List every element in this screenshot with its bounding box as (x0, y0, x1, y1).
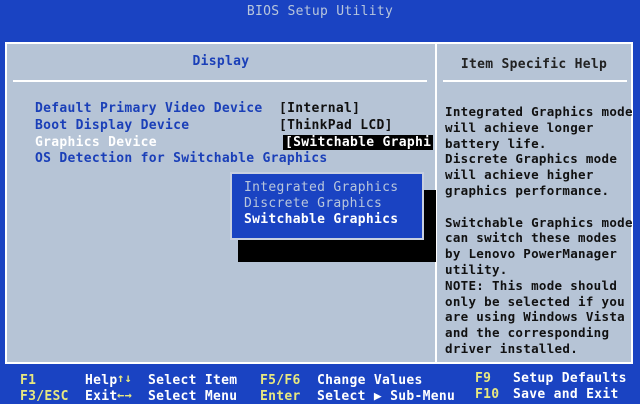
key-f9-desc: Setup Defaults (513, 371, 627, 386)
key-enter-desc: Select ▶ Sub-Menu (317, 389, 456, 404)
arrows-up-down-icon: ↑↓ (117, 371, 133, 385)
option-graphics-device[interactable]: Graphics Device (35, 135, 157, 150)
help-line (445, 199, 633, 215)
help-line: will achieve higher (445, 167, 594, 183)
arrows-left-right-icon: ←→ (117, 388, 133, 402)
section-title: Display (192, 54, 250, 69)
option-boot-display-device[interactable]: Boot Display Device (35, 118, 189, 133)
popup-item-integrated-graphics[interactable]: Integrated Graphics (244, 180, 422, 196)
help-line: utility. (445, 261, 508, 277)
key-f1-desc: Help (85, 373, 118, 388)
key-f1: F1 (20, 373, 37, 388)
value-default-primary-video-device[interactable]: [Internal] (279, 101, 360, 116)
value-graphics-device[interactable]: [Switchable Graphi (283, 135, 434, 150)
option-default-primary-video-device[interactable]: Default Primary Video Device (35, 101, 263, 116)
key-f3esc: F3/ESC (20, 389, 69, 404)
key-f10-desc: Save and Exit (513, 387, 619, 402)
help-line: and the corresponding (445, 325, 610, 341)
help-line: by Lenovo PowerManager (445, 246, 618, 262)
header-rule-right (443, 80, 627, 82)
help-line: only be selected if you (445, 293, 625, 309)
key-arrows-desc: Select Item (148, 373, 238, 388)
help-line: Discrete Graphics mode (445, 151, 618, 167)
key-f9: F9 (475, 371, 492, 386)
key-f5f6-desc: Change Values (317, 373, 423, 388)
graphics-device-popup: Integrated Graphics Discrete Graphics Sw… (230, 172, 424, 240)
help-line: will achieve longer (445, 119, 594, 135)
help-line: driver installed. (445, 340, 579, 356)
window-title: BIOS Setup Utility (246, 4, 394, 19)
help-line: Switchable Graphics mode (445, 214, 633, 230)
help-title: Item Specific Help (460, 57, 608, 72)
popup-item-switchable-graphics[interactable]: Switchable Graphics (244, 212, 422, 228)
key-f10: F10 (475, 387, 500, 402)
header-rule-left (13, 80, 427, 82)
help-line: are using Windows Vista (445, 309, 625, 325)
value-boot-display-device[interactable]: [ThinkPad LCD] (279, 118, 393, 133)
key-f3esc-desc: Exit (85, 389, 118, 404)
key-f5f6: F5/F6 (260, 373, 301, 388)
key-legend: F1 Help ↑↓ Select Item F5/F6 Change Valu… (0, 364, 640, 404)
popup-item-discrete-graphics[interactable]: Discrete Graphics (244, 196, 422, 212)
key-lr-desc: Select Menu (148, 389, 238, 404)
key-enter: Enter (260, 389, 301, 404)
help-text: Integrated Graphics mode will achieve lo… (445, 104, 633, 357)
help-line: graphics performance. (445, 182, 610, 198)
help-line: Integrated Graphics mode (445, 104, 633, 119)
help-line: battery life. (445, 135, 547, 151)
option-os-detection-switchable-graphics[interactable]: OS Detection for Switchable Graphics (35, 151, 328, 166)
help-line: can switch these modes (445, 230, 618, 246)
help-line: NOTE: This mode should (445, 277, 618, 293)
